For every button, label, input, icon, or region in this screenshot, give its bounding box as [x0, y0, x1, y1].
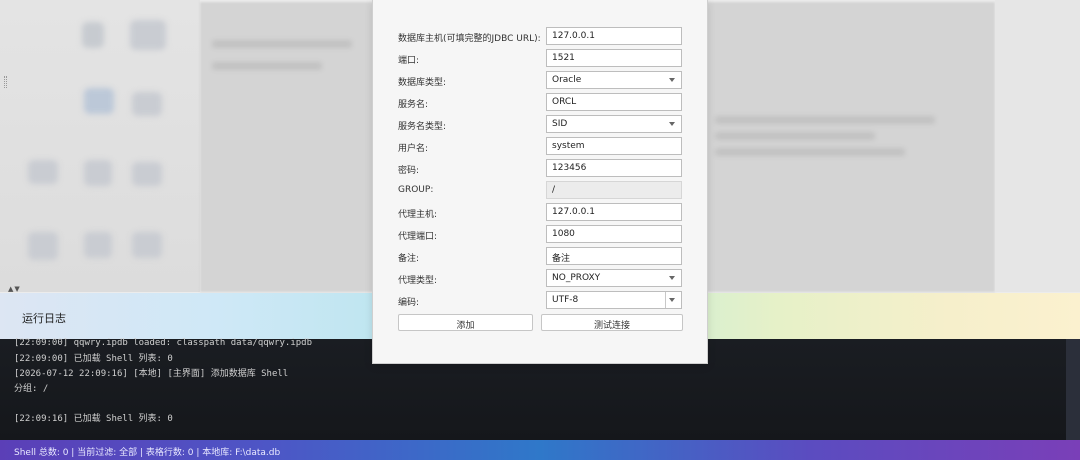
- splitter-handle[interactable]: [4, 76, 7, 88]
- field-service-name-type: 服务名类型: SID: [373, 115, 709, 134]
- field-label: 用户名:: [398, 144, 429, 154]
- log-line: [22:09:00] 已加载 Shell 列表: 0: [14, 354, 173, 364]
- select-value: SID: [552, 119, 568, 129]
- field-label: 代理类型:: [398, 276, 438, 286]
- field-group: GROUP: /: [373, 181, 709, 200]
- db-type-select[interactable]: Oracle: [546, 71, 682, 89]
- field-username: 用户名: system: [373, 137, 709, 156]
- field-label: 服务名类型:: [398, 122, 447, 132]
- field-proxy-host: 代理主机: 127.0.0.1: [373, 203, 709, 222]
- field-port: 端口: 1521: [373, 49, 709, 68]
- add-button[interactable]: 添加: [398, 314, 533, 331]
- field-service-name: 服务名: ORCL: [373, 93, 709, 112]
- proxy-type-select[interactable]: NO_PROXY: [546, 269, 682, 287]
- service-name-input[interactable]: ORCL: [546, 93, 682, 111]
- chevron-down-icon: [669, 78, 675, 82]
- field-password: 密码: 123456: [373, 159, 709, 178]
- field-label: 密码:: [398, 166, 420, 176]
- proxy-host-input[interactable]: 127.0.0.1: [546, 203, 682, 221]
- field-label: 备注:: [398, 254, 420, 264]
- field-remark: 备注: 备注: [373, 247, 709, 266]
- db-host-input[interactable]: 127.0.0.1: [546, 27, 682, 45]
- select-value: UTF-8: [552, 295, 579, 305]
- field-label: 数据库类型:: [398, 78, 447, 88]
- username-input[interactable]: system: [546, 137, 682, 155]
- add-database-dialog: 数据库主机(可填完整的JDBC URL): 127.0.0.1 端口: 1521…: [372, 0, 708, 364]
- chevron-down-icon: [669, 276, 675, 280]
- log-title: 运行日志: [22, 312, 66, 325]
- field-label: 数据库主机(可填完整的JDBC URL):: [398, 34, 541, 44]
- remark-input[interactable]: 备注: [546, 247, 682, 265]
- group-input: /: [546, 181, 682, 199]
- status-text: Shell 总数: 0 | 当前过滤: 全部 | 表格行数: 0 | 本地库: …: [14, 448, 281, 458]
- field-proxy-type: 代理类型: NO_PROXY: [373, 269, 709, 288]
- proxy-port-input[interactable]: 1080: [546, 225, 682, 243]
- field-label: 服务名:: [398, 100, 429, 110]
- log-line: [2026-07-12 22:09:16] [本地] [主界面] 添加数据库 S…: [14, 369, 289, 379]
- chevron-down-icon: [669, 298, 675, 302]
- field-label: 代理主机:: [398, 210, 438, 220]
- log-line: 分组: /: [14, 384, 49, 394]
- field-label: 端口:: [398, 56, 420, 66]
- field-label: GROUP:: [398, 185, 434, 195]
- field-encoding: 编码: UTF-8: [373, 291, 709, 310]
- password-input[interactable]: 123456: [546, 159, 682, 177]
- log-line: [22:09:16] 已加载 Shell 列表: 0: [14, 414, 173, 424]
- service-name-type-select[interactable]: SID: [546, 115, 682, 133]
- background-sidebar: [0, 0, 200, 292]
- field-db-type: 数据库类型: Oracle: [373, 71, 709, 90]
- select-divider: [665, 292, 666, 308]
- status-bar: Shell 总数: 0 | 当前过滤: 全部 | 表格行数: 0 | 本地库: …: [0, 440, 1080, 460]
- log-line: [22:09:00] qqwry.ipdb loaded: classpath …: [14, 338, 313, 348]
- encoding-select[interactable]: UTF-8: [546, 291, 682, 309]
- field-db-host: 数据库主机(可填完整的JDBC URL): 127.0.0.1: [373, 27, 709, 46]
- field-label: 代理端口:: [398, 232, 438, 242]
- collapse-arrows-icon[interactable]: ▲▼: [8, 285, 21, 293]
- select-value: NO_PROXY: [552, 273, 601, 283]
- background-right: [995, 0, 1080, 292]
- chevron-down-icon: [669, 122, 675, 126]
- field-proxy-port: 代理端口: 1080: [373, 225, 709, 244]
- select-value: Oracle: [552, 75, 582, 85]
- port-input[interactable]: 1521: [546, 49, 682, 67]
- field-label: 编码:: [398, 298, 420, 308]
- test-connection-button[interactable]: 测试连接: [541, 314, 683, 331]
